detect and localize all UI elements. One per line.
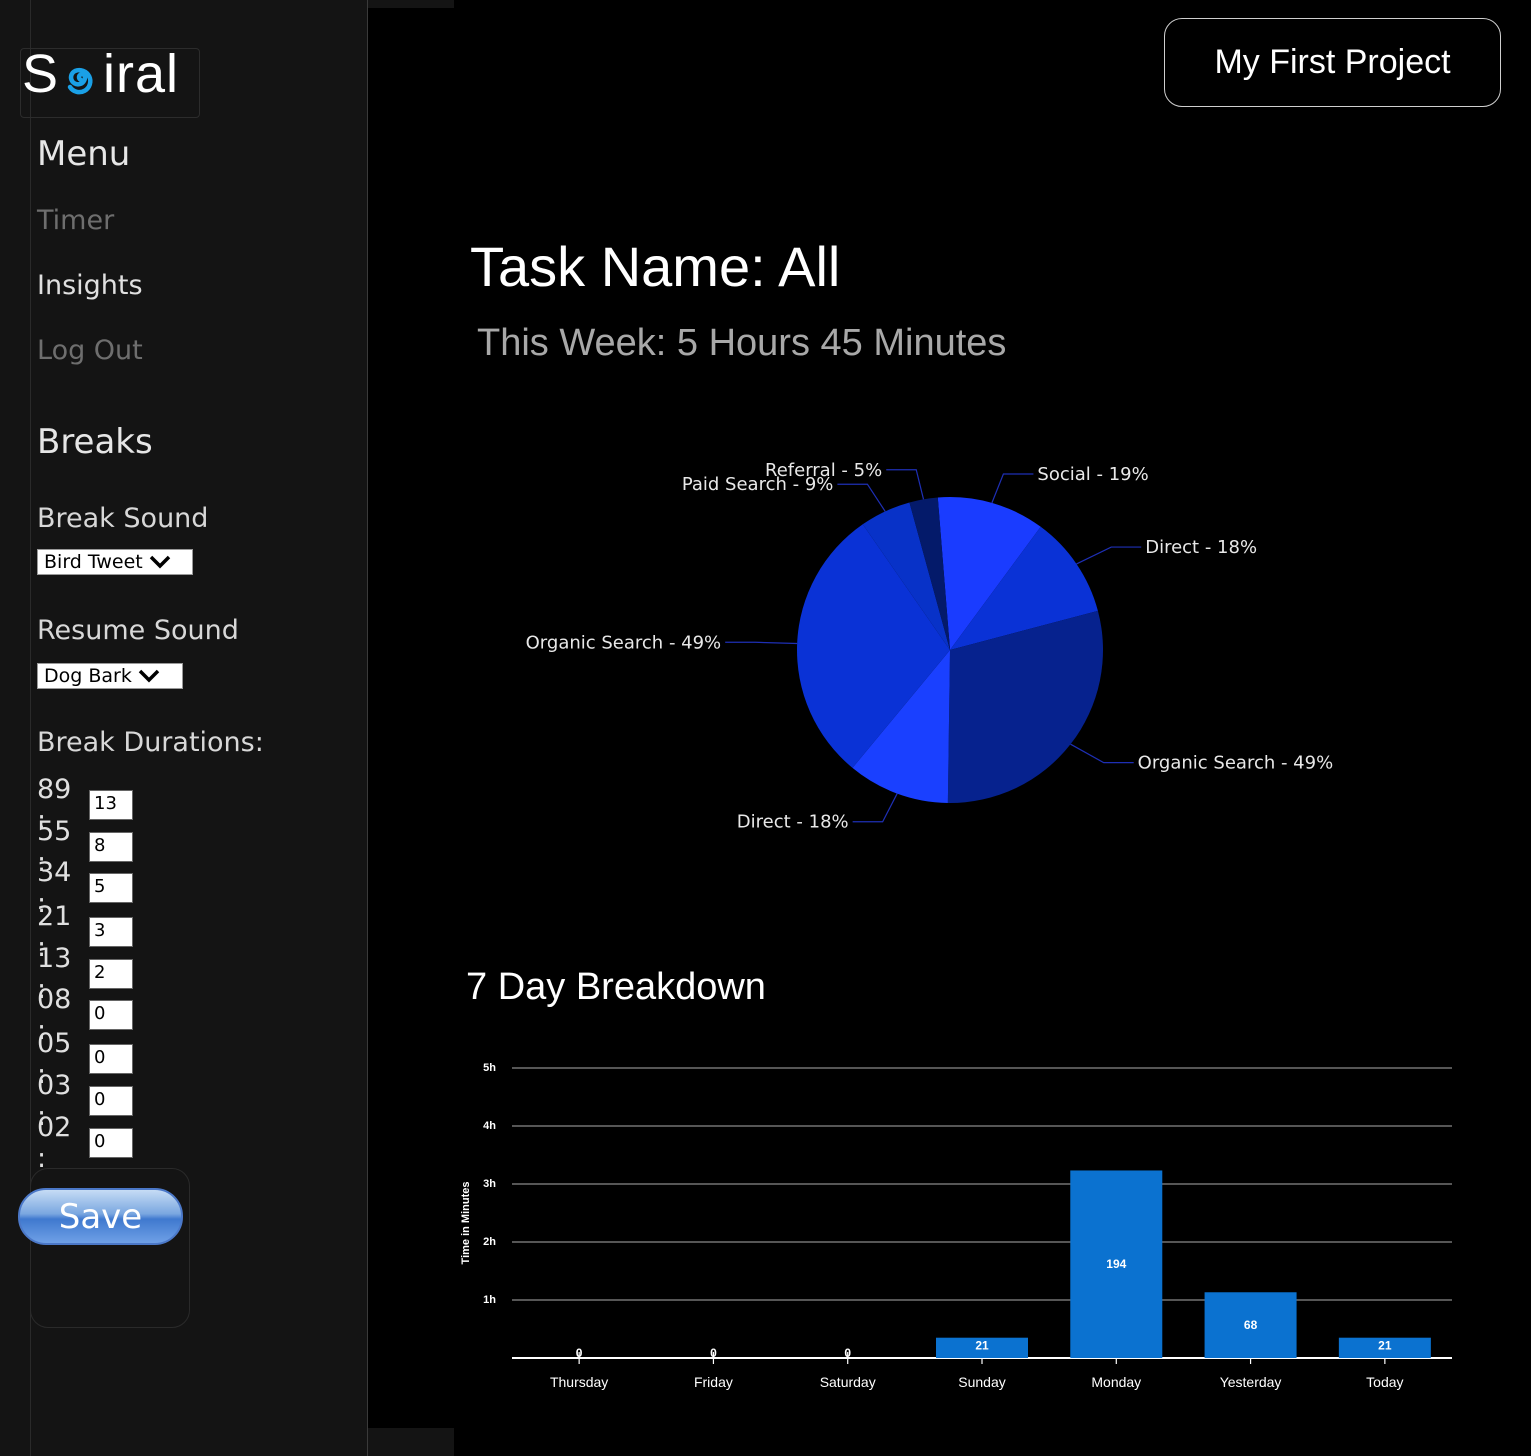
pie-leader-line	[1076, 546, 1142, 565]
app-logo[interactable]: S iral	[22, 44, 179, 104]
y-tick-label: 1h	[483, 1294, 496, 1306]
break-durations-label: Break Durations:	[37, 727, 264, 758]
logo-rest: iral	[103, 44, 180, 104]
bar-value-label: 21	[1378, 1339, 1392, 1353]
bar-value-label: 0	[576, 1346, 583, 1360]
bar-value-label: 68	[1244, 1318, 1258, 1332]
y-tick-label: 2h	[483, 1236, 496, 1248]
chevron-down-icon	[149, 555, 170, 569]
duration-row: 02 : 0	[37, 1112, 133, 1174]
pie-leader-line	[886, 469, 925, 500]
pie-label: Direct - 18%	[737, 812, 849, 833]
pie-label: Organic Search - 49%	[1138, 753, 1334, 774]
duration-input[interactable]: 0	[89, 1000, 133, 1030]
break-sound-value: Bird Tweet	[44, 551, 143, 573]
pie-leader-line	[1070, 743, 1134, 764]
bar-chart: 1h 2h 3h 4h 5h Time in Minutes 0 Thursday 0 Frida…	[460, 1062, 1452, 1390]
x-tick-label: Monday	[1091, 1374, 1141, 1390]
y-tick-label: 3h	[483, 1178, 496, 1190]
chevron-down-icon	[138, 669, 160, 683]
x-tick-label: Thursday	[550, 1374, 608, 1390]
bar-value-label: 0	[710, 1346, 717, 1360]
pie-label: Direct - 18%	[1145, 537, 1257, 558]
project-selector-button[interactable]: My First Project	[1164, 18, 1501, 107]
y-tick-label: 5h	[483, 1062, 496, 1074]
gutter-bottom	[368, 1428, 454, 1456]
pie-leader-line	[725, 641, 798, 645]
pie-label: Referral - 5%	[765, 460, 882, 481]
pie-chart: Social - 19% Direct - 18% Organic Search -…	[526, 460, 1334, 833]
duration-input[interactable]: 5	[89, 873, 133, 903]
bar-value-label: 0	[844, 1346, 851, 1360]
resume-sound-label: Resume Sound	[37, 615, 239, 646]
sidebar: S iral Menu Timer Insights Log Out Break…	[0, 0, 368, 1456]
pie-leader-line	[852, 793, 898, 823]
pie-label: Organic Search - 49%	[526, 632, 722, 653]
x-tick-label: Friday	[694, 1374, 733, 1390]
break-sound-select[interactable]: Bird Tweet	[37, 549, 193, 575]
breaks-heading: Breaks	[37, 422, 153, 462]
week-total: This Week: 5 Hours 45 Minutes	[477, 322, 1007, 364]
sidebar-item-insights[interactable]: Insights	[37, 270, 143, 301]
x-tick-label: Saturday	[820, 1374, 876, 1390]
bar-value-label: 21	[975, 1339, 989, 1353]
menu-heading: Menu	[37, 134, 131, 174]
break-sound-label: Break Sound	[37, 503, 209, 534]
x-tick-label: Yesterday	[1220, 1374, 1282, 1390]
y-axis-label: Time in Minutes	[460, 1182, 472, 1265]
breakdown-title: 7 Day Breakdown	[466, 966, 766, 1008]
pie-label: Social - 19%	[1037, 464, 1148, 485]
duration-label: 02 :	[37, 1112, 72, 1174]
pie-leader-line	[837, 483, 886, 512]
sidebar-item-logout[interactable]: Log Out	[37, 335, 143, 366]
duration-input[interactable]: 0	[89, 1128, 133, 1158]
resume-sound-value: Dog Bark	[44, 665, 132, 687]
task-title: Task Name: All	[470, 235, 841, 298]
x-tick-label: Today	[1366, 1374, 1403, 1390]
pie-leader-line	[991, 473, 1034, 504]
sidebar-item-timer[interactable]: Timer	[37, 205, 114, 236]
resume-sound-select[interactable]: Dog Bark	[37, 663, 183, 689]
spiral-icon	[67, 67, 93, 95]
bar-value-label: 194	[1106, 1257, 1126, 1271]
logo-letter-s: S	[22, 44, 60, 104]
y-tick-label: 4h	[483, 1120, 496, 1132]
gutter-top	[368, 0, 454, 8]
x-tick-label: Sunday	[958, 1374, 1005, 1390]
save-button[interactable]: Save	[18, 1188, 183, 1245]
